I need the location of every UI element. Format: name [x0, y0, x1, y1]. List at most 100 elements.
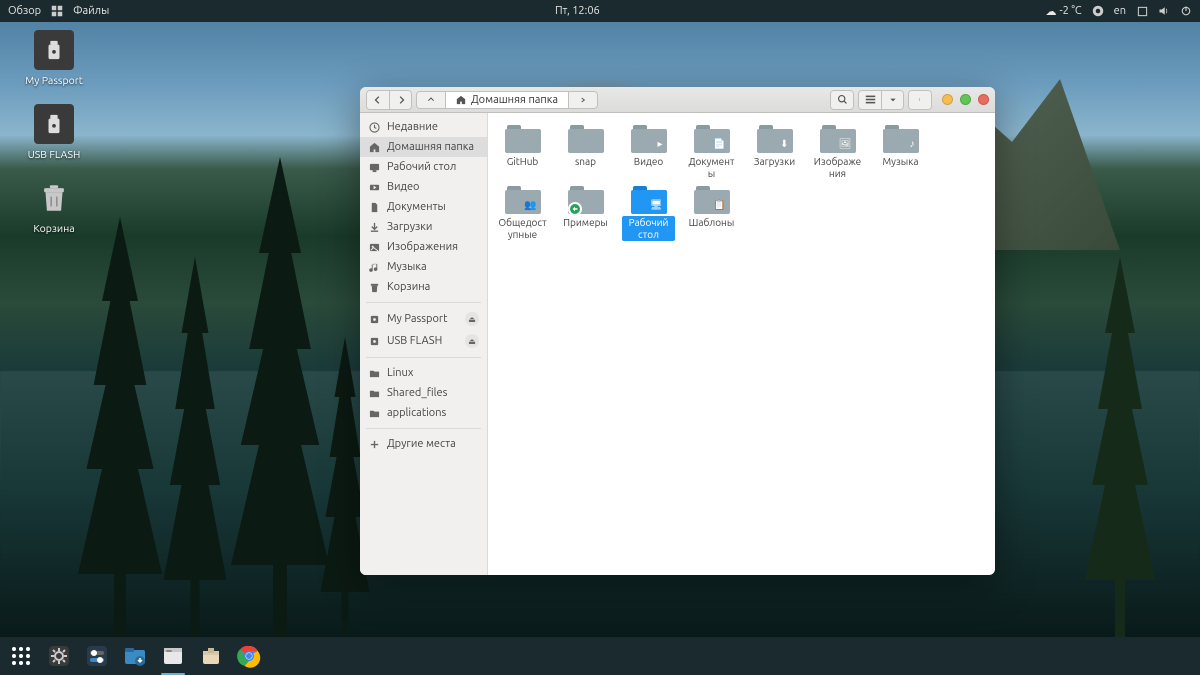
- close-button[interactable]: [978, 94, 989, 105]
- sidebar-item-place[interactable]: Музыка: [360, 257, 487, 277]
- dock-item-settings[interactable]: [44, 641, 74, 671]
- folder-icon: [566, 184, 606, 214]
- desktop-icon: [368, 161, 380, 173]
- sidebar-item-other[interactable]: Другие места: [360, 434, 487, 454]
- hamburger-menu-button[interactable]: [909, 91, 931, 109]
- app-menu-label[interactable]: Файлы: [73, 5, 109, 17]
- weather-indicator[interactable]: ☁ -2 °C: [1045, 5, 1081, 18]
- clock[interactable]: Пт, 12:06: [109, 5, 1045, 17]
- desktop-emblem-icon: 🖥: [650, 199, 663, 211]
- dock-item-files[interactable]: [158, 641, 188, 671]
- folder-icon: [566, 123, 606, 153]
- sidebar-item-bookmark[interactable]: applications: [360, 403, 487, 423]
- minimize-button[interactable]: [942, 94, 953, 105]
- path-segment-label: Домашняя папка: [471, 94, 558, 106]
- desktop-icon-trash[interactable]: Корзина: [18, 178, 90, 234]
- sidebar-item-place[interactable]: Рабочий стол: [360, 157, 487, 177]
- folder-item[interactable]: Примеры: [559, 184, 612, 241]
- folder-label: Рабочий стол: [622, 216, 675, 241]
- sidebar-item-label: Корзина: [387, 281, 430, 293]
- templates-emblem-icon: 📋: [713, 199, 725, 211]
- folder-label: Шаблоны: [687, 216, 737, 230]
- view-toggle-button[interactable]: [859, 91, 881, 109]
- folder-icon: 📄: [692, 123, 732, 153]
- path-segment-home[interactable]: Домашняя папка: [445, 92, 568, 108]
- back-button[interactable]: [367, 91, 389, 109]
- desktop-icon-label: Корзина: [33, 222, 74, 234]
- sidebar-item-bookmark[interactable]: Shared_files: [360, 383, 487, 403]
- search-button[interactable]: [831, 91, 853, 109]
- sidebar-item-device[interactable]: USB FLASH ⏏: [360, 330, 487, 352]
- folder-item[interactable]: 👥Общедоступные: [496, 184, 549, 241]
- sidebar-item-place[interactable]: Домашняя папка: [360, 137, 487, 157]
- path-expand-button[interactable]: [568, 92, 597, 108]
- dock-item-chrome[interactable]: [234, 641, 264, 671]
- dock-item-tweaks[interactable]: [82, 641, 112, 671]
- images-icon: [368, 241, 380, 253]
- dock-item-apps[interactable]: [6, 641, 36, 671]
- folder-item[interactable]: ⬇Загрузки: [748, 123, 801, 180]
- view-dropdown-button[interactable]: [881, 91, 903, 109]
- chrome-icon: [237, 644, 261, 668]
- folder-item[interactable]: GitHub: [496, 123, 549, 180]
- sidebar-item-label: Рабочий стол: [387, 161, 456, 173]
- sidebar-item-label: Документы: [387, 201, 446, 213]
- folder-item[interactable]: ▸ Видео: [622, 123, 675, 180]
- activities-button[interactable]: Обзор: [8, 5, 41, 17]
- folder-icon: 📋: [692, 184, 732, 214]
- video-icon: [368, 181, 380, 193]
- maximize-button[interactable]: [960, 94, 971, 105]
- window-indicator-icon[interactable]: [1136, 5, 1148, 17]
- tweaks-icon: [85, 644, 109, 668]
- path-up-button[interactable]: [417, 92, 445, 108]
- dock-item-software[interactable]: [196, 641, 226, 671]
- documents-emblem-icon: 📄: [713, 138, 725, 150]
- folder-item[interactable]: ♪Музыка: [874, 123, 927, 180]
- sidebar-item-place[interactable]: Изображения: [360, 237, 487, 257]
- titlebar[interactable]: Домашняя папка: [360, 87, 995, 113]
- folder-label: Загрузки: [752, 155, 797, 169]
- sidebar-item-label: Shared_files: [387, 387, 447, 399]
- apps-icon: [9, 644, 33, 668]
- sidebar-item-place[interactable]: Корзина: [360, 277, 487, 297]
- folder-icon: [503, 123, 543, 153]
- folder-item[interactable]: 🖼Изображения: [811, 123, 864, 180]
- settings-icon: [47, 644, 71, 668]
- forward-button[interactable]: [389, 91, 411, 109]
- app-menu-icon[interactable]: [51, 5, 63, 17]
- keyboard-layout-indicator[interactable]: en: [1114, 5, 1126, 17]
- sidebar-item-place[interactable]: Загрузки: [360, 217, 487, 237]
- folder-item[interactable]: 📋 Шаблоны: [685, 184, 738, 241]
- sidebar-item-bookmark[interactable]: Linux: [360, 363, 487, 383]
- trash-icon: [34, 178, 74, 218]
- sidebar-item-device[interactable]: My Passport⏏: [360, 308, 487, 330]
- plus-icon: [368, 438, 380, 450]
- clock-icon: [368, 121, 380, 133]
- sidebar-item-label: applications: [387, 407, 446, 419]
- folder-label: snap: [573, 155, 598, 169]
- volume-icon[interactable]: [1158, 5, 1170, 17]
- eject-button[interactable]: ⏏: [465, 312, 479, 326]
- power-icon[interactable]: [1180, 5, 1192, 17]
- sidebar-item-place[interactable]: Видео: [360, 177, 487, 197]
- folder-label: Видео: [632, 155, 666, 169]
- file-grid-area[interactable]: GitHub snap ▸ Видео 📄 Документы ⬇Загрузки🖼Изоб…: [488, 113, 995, 575]
- desktop-icon-usb-flash[interactable]: USB FLASH: [18, 104, 90, 160]
- folder-item[interactable]: 📄 Документы: [685, 123, 738, 180]
- sidebar-item-label: USB FLASH: [387, 335, 442, 347]
- downloads-icon: [123, 644, 147, 668]
- sidebar-item-place[interactable]: Документы: [360, 197, 487, 217]
- folder-label: Изображения: [811, 155, 864, 180]
- sidebar-item-place[interactable]: Недавние: [360, 117, 487, 137]
- eject-button[interactable]: ⏏: [465, 334, 479, 348]
- dock-item-downloads[interactable]: [120, 641, 150, 671]
- weather-icon: ☁: [1045, 5, 1056, 18]
- folder-item[interactable]: 🖥 Рабочий стол: [622, 184, 675, 241]
- desktop-icon-my-passport[interactable]: My Passport: [18, 30, 90, 86]
- folder-item[interactable]: snap: [559, 123, 612, 180]
- folder-label: GitHub: [505, 155, 541, 169]
- places-indicator-icon[interactable]: [1092, 5, 1104, 17]
- path-bar: Домашняя папка: [416, 91, 598, 109]
- folder-icon: ▸: [629, 123, 669, 153]
- folder-label: Документы: [685, 155, 738, 180]
